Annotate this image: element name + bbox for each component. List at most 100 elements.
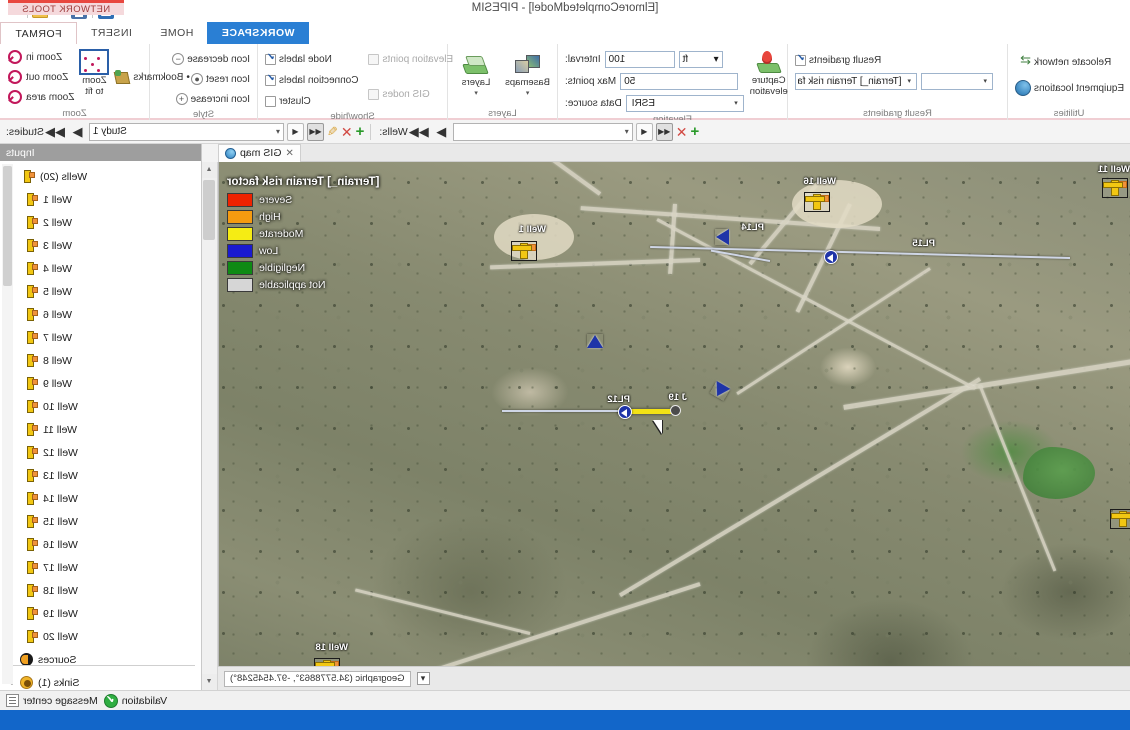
- checkbox-connection-labels[interactable]: Connection labels: [265, 71, 359, 89]
- studies-edit-button[interactable]: ✎: [327, 124, 338, 140]
- wells-delete-button[interactable]: ✕: [676, 124, 688, 140]
- scroll-up-button[interactable]: ▲: [201, 162, 217, 178]
- checkbox-icon[interactable]: [795, 54, 806, 66]
- tree-node-well[interactable]: Well 4: [6, 257, 197, 280]
- tree-node-well[interactable]: Well 17: [6, 556, 197, 579]
- tree-node-well[interactable]: Well 18: [6, 579, 197, 602]
- studies-prev-button[interactable]: ◀: [286, 122, 304, 141]
- interval-unit-combo[interactable]: ft ▾: [678, 50, 723, 68]
- capture-elevation-button[interactable]: Capture elevation: [750, 49, 788, 97]
- chevron-down-icon[interactable]: ▾: [474, 89, 478, 97]
- tree-node-well[interactable]: Well 2: [6, 211, 197, 234]
- zoom-area-button[interactable]: Zoom area: [7, 88, 74, 106]
- tree-node-well[interactable]: Well 9: [6, 372, 197, 395]
- inputs-panel-scrollbar[interactable]: [2, 164, 13, 684]
- gis-map-canvas[interactable]: PL15 PL14 PL12 J 19 L7 Well 11 Well 16 W…: [218, 162, 1130, 690]
- chevron-down-icon[interactable]: ▾: [731, 96, 741, 111]
- tree-node-well[interactable]: Well 14: [6, 487, 197, 510]
- well-marker[interactable]: [804, 190, 830, 214]
- junction-node[interactable]: [670, 405, 681, 416]
- tree-node-well[interactable]: Well 3: [6, 234, 197, 257]
- tree-node-well[interactable]: Well 5: [6, 280, 197, 303]
- checkbox-icon[interactable]: [265, 74, 276, 86]
- tree-node-well[interactable]: Well 19: [6, 602, 197, 625]
- tree-node-well[interactable]: Well 15: [6, 510, 197, 533]
- tab-format[interactable]: FORMAT: [0, 22, 77, 44]
- well-marker[interactable]: [511, 239, 537, 263]
- icon-increase-button[interactable]: + Icon increase: [175, 90, 250, 108]
- tree-node-sources[interactable]: Sources: [6, 648, 197, 671]
- tree-node-well[interactable]: Well 6: [6, 303, 197, 326]
- wells-combo[interactable]: ▾: [452, 122, 633, 141]
- tab-home[interactable]: HOME: [146, 22, 208, 44]
- tree-node-well[interactable]: Well 16: [6, 533, 197, 556]
- tab-workspace[interactable]: WORKSPACE: [207, 22, 309, 44]
- tree-node-well[interactable]: Well 1: [6, 188, 197, 211]
- studies-combo[interactable]: Study 1 ▾: [88, 122, 284, 141]
- checkbox-node-labels[interactable]: Node labels: [265, 50, 359, 68]
- chevron-down-icon[interactable]: ▾: [980, 74, 990, 89]
- tree-node-well[interactable]: Well 11: [6, 418, 197, 441]
- zoom-to-fit-button[interactable]: Zoom to fit: [79, 47, 110, 97]
- legend-swatch-moderate: [227, 226, 253, 241]
- chevron-down-icon[interactable]: ▾: [625, 124, 629, 140]
- checkbox-icon[interactable]: [368, 53, 380, 65]
- layers-button[interactable]: Layers ▾: [455, 51, 497, 97]
- chevron-down-icon[interactable]: ▾: [276, 124, 280, 140]
- pipeline-PL12-cont[interactable]: [502, 410, 620, 412]
- studies-next-button[interactable]: ▶: [69, 123, 86, 141]
- checkbox-icon[interactable]: [265, 95, 276, 107]
- wells-last-button[interactable]: ▶▶: [409, 123, 430, 141]
- expand-status-button[interactable]: ▾: [416, 672, 430, 685]
- message-center-button[interactable]: Message center: [6, 694, 98, 707]
- map-vertical-scrollbar[interactable]: ▲ ▼: [201, 162, 218, 690]
- studies-delete-button[interactable]: ✕: [341, 124, 353, 140]
- result-gradient-secondary-combo[interactable]: ▾: [921, 73, 993, 90]
- scroll-thumb[interactable]: [203, 180, 215, 240]
- wells-first-button[interactable]: ◀◀: [655, 122, 673, 141]
- chevron-down-icon[interactable]: ▾: [526, 89, 530, 97]
- close-icon[interactable]: ✕: [285, 148, 293, 159]
- zoom-in-button[interactable]: Zoom in: [7, 48, 74, 66]
- tree-node-well[interactable]: Well 8: [6, 349, 197, 372]
- basemaps-button[interactable]: Basemaps ▾: [505, 51, 550, 97]
- checkbox-icon[interactable]: [368, 88, 380, 100]
- tab-gis-map[interactable]: GIS map ✕: [218, 143, 301, 162]
- checkbox-icon[interactable]: [265, 53, 276, 65]
- scroll-thumb[interactable]: [3, 166, 12, 286]
- chevron-down-icon[interactable]: ▾: [714, 52, 719, 67]
- icon-decrease-button[interactable]: − Icon decrease: [172, 50, 250, 68]
- tree-node-label: Well 8: [43, 354, 72, 367]
- equipment-locations-button[interactable]: Equipment locations: [1015, 79, 1124, 97]
- studies-last-button[interactable]: ▶▶: [45, 123, 66, 141]
- checkbox-gis-nodes[interactable]: GIS nodes: [368, 85, 454, 103]
- scroll-down-button[interactable]: ▼: [201, 674, 217, 690]
- wells-prev-button[interactable]: ◀: [635, 122, 653, 141]
- tree-node-well[interactable]: Well 20: [6, 625, 197, 648]
- relocate-network-button[interactable]: Relocate network: [1015, 53, 1111, 71]
- chevron-down-icon[interactable]: ▾: [904, 74, 914, 89]
- validation-button[interactable]: Validation: [103, 693, 167, 708]
- tree-node-well[interactable]: Well 12: [6, 441, 197, 464]
- result-gradient-primary-combo[interactable]: [Terrain_] Terrain risk factor ▾: [795, 73, 917, 90]
- checkbox-cluster[interactable]: Cluster: [265, 92, 359, 110]
- tree-node-well[interactable]: Well 7: [6, 326, 197, 349]
- inputs-tree[interactable]: ▾ Wells (20) Well 1 Well 2 Well 3 Well 4…: [0, 161, 201, 694]
- zoom-out-button[interactable]: Zoom out: [7, 68, 74, 86]
- interval-input[interactable]: 100: [604, 50, 675, 68]
- tab-insert[interactable]: INSERT: [77, 22, 146, 44]
- tree-node-well[interactable]: Well 10: [6, 395, 197, 418]
- wells-add-button[interactable]: +: [691, 123, 700, 140]
- icon-reset-button[interactable]: ● Icon reset: [191, 70, 250, 88]
- well-marker[interactable]: [1102, 176, 1128, 200]
- studies-add-button[interactable]: +: [356, 123, 365, 140]
- checkbox-result-gradients[interactable]: Result gradients: [795, 51, 881, 69]
- well-marker[interactable]: [1110, 507, 1130, 531]
- max-points-input[interactable]: 50: [620, 72, 739, 90]
- tree-node-wells-root[interactable]: ▾ Wells (20): [6, 165, 197, 188]
- checkbox-elevation-points[interactable]: Elevation points: [368, 50, 453, 68]
- data-source-combo[interactable]: ESRI ▾: [625, 94, 744, 112]
- tree-node-well[interactable]: Well 13: [6, 464, 197, 487]
- wells-next-button[interactable]: ▶: [433, 123, 450, 141]
- studies-first-button[interactable]: ◀◀: [306, 122, 324, 141]
